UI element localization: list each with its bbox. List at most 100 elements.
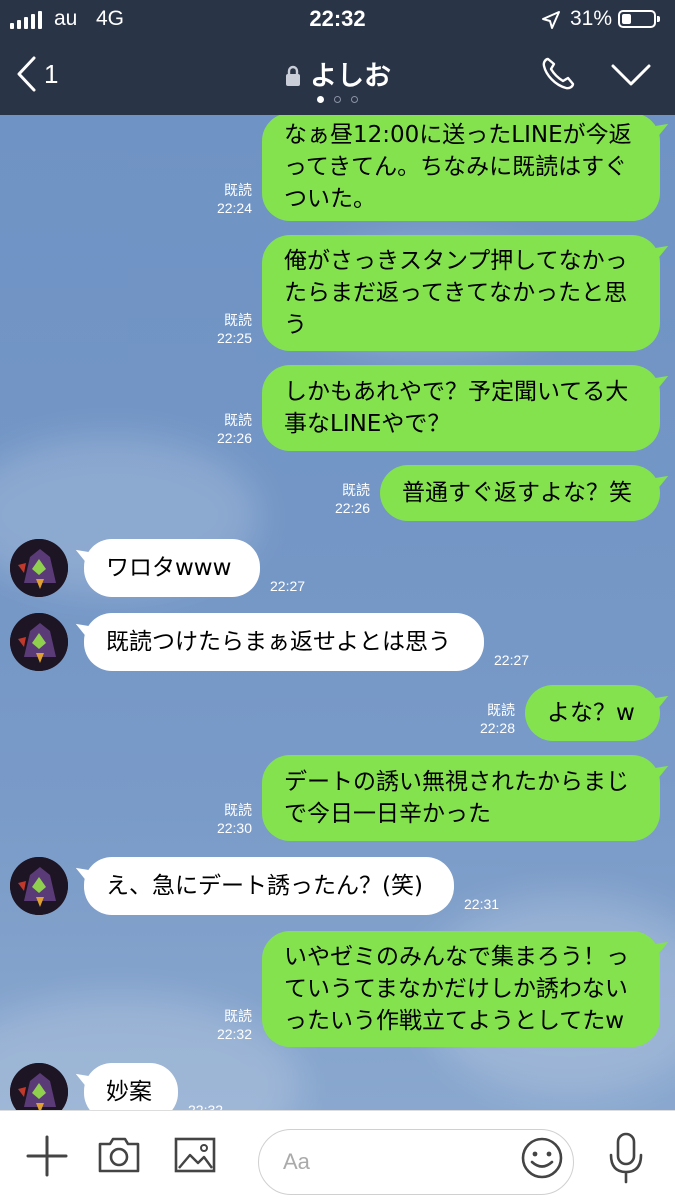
sent-message-bubble[interactable]: いやゼミのみんなで集まろう！っ ていうてまなかだけしか誘わない ったいう作戦立てよう… (262, 931, 660, 1047)
message-time: 22:30 (216, 820, 252, 836)
contact-avatar[interactable] (10, 857, 68, 915)
read-receipt: 既読 (487, 702, 515, 718)
emoji-icon[interactable] (520, 1136, 564, 1180)
message-line: ついた。 (284, 186, 376, 212)
contact-avatar[interactable] (10, 1063, 68, 1110)
microphone-icon[interactable] (606, 1131, 646, 1185)
message-row: いやゼミのみんなで集まろう！っ ていうてまなかだけしか誘わない ったいう作戦立てよう… (0, 931, 675, 1047)
message-line: 既読つけたらまぁ返せよとは思う (106, 629, 451, 655)
message-text: いやゼミのみんなで集まろう！っ ていうてまなかだけしか誘わない ったいう作戦立てよう… (284, 941, 629, 1037)
message-meta: 既読 22:26 (335, 481, 370, 517)
message-meta: 22:27 (494, 651, 529, 669)
location-arrow-icon (542, 11, 560, 29)
sent-message-bubble[interactable]: しかもあれやで？予定聞いてる大 事なLINEやで？ (262, 365, 660, 451)
message-row: 普通すぐ返すよな？笑 既読 22:26 (0, 465, 675, 521)
message-text: なぁ昼12:00に送ったLINEが今返 ってきてん。ちなみに既読はすぐ ついた。 (284, 119, 632, 215)
status-bar: au 4G 22:32 31% (0, 0, 675, 40)
message-line: 事なLINEやで？ (284, 411, 451, 437)
message-time: 22:25 (216, 330, 252, 346)
camera-icon[interactable] (96, 1135, 142, 1175)
plus-icon[interactable] (24, 1133, 70, 1179)
message-time: 22:32 (216, 1026, 252, 1042)
message-text: え、急にデート誘ったん？(笑) (106, 870, 423, 902)
read-receipt: 既読 (224, 802, 252, 818)
message-text: 妙案 (106, 1076, 152, 1108)
chevron-down-icon[interactable] (610, 62, 652, 88)
message-line: いやゼミのみんなで集まろう！っ (284, 944, 629, 970)
message-row: ワロタwww 22:27 (0, 539, 675, 597)
received-message-bubble[interactable]: ワロタwww (84, 539, 260, 597)
message-line: たらまだ返ってきてなかったと思 (284, 280, 628, 306)
message-list[interactable]: なぁ昼12:00に送ったLINEが今返 ってきてん。ちなみに既読はすぐ ついた。 既読… (0, 115, 675, 1110)
message-meta: 既読 22:25 (217, 311, 252, 347)
chat-header: 1 よしお (0, 40, 675, 115)
contact-avatar[interactable] (10, 539, 68, 597)
phone-icon[interactable] (540, 56, 576, 92)
message-time: 22:26 (334, 500, 370, 516)
message-line: ったいう作戦立てようとしてたw (284, 1008, 625, 1034)
page-indicator (0, 96, 675, 103)
avatar-image (10, 539, 68, 597)
sent-message-bubble[interactable]: なぁ昼12:00に送ったLINEが今返 ってきてん。ちなみに既読はすぐ ついた。 (262, 115, 660, 221)
avatar-image (10, 613, 68, 671)
sent-message-bubble[interactable]: よな？w (525, 685, 660, 741)
message-text: 俺がさっきスタンプ押してなかっ たらまだ返ってきてなかったと思う (284, 245, 628, 341)
message-meta: 22:31 (464, 895, 499, 913)
message-time: 22:27 (270, 578, 306, 594)
message-time: 22:26 (216, 430, 252, 446)
message-row: 妙案 22:32 (0, 1063, 675, 1110)
message-line: で今日一日辛かった (284, 801, 491, 827)
avatar-image (10, 857, 68, 915)
lock-icon (286, 65, 300, 86)
message-line: 普通すぐ返すよな？笑 (402, 480, 632, 506)
received-message-bubble[interactable]: 既読つけたらまぁ返せよとは思う (84, 613, 484, 671)
contact-name: よしお (310, 61, 391, 92)
message-line: え、急にデート誘ったん？(笑) (106, 873, 423, 899)
message-text: よな？w (547, 697, 635, 729)
sent-message-bubble[interactable]: 普通すぐ返すよな？笑 (380, 465, 660, 521)
battery-percent: 31% (570, 7, 613, 30)
message-text: 普通すぐ返すよな？笑 (402, 477, 632, 509)
message-line: う (284, 312, 307, 338)
message-text: デートの誘い無視されたからまじ で今日一日辛かった (284, 766, 629, 830)
message-meta: 既読 22:32 (217, 1007, 252, 1043)
message-row: 俺がさっきスタンプ押してなかっ たらまだ返ってきてなかったと思う既読 22:25 (0, 235, 675, 351)
message-row: 既読つけたらまぁ返せよとは思う 22:27 (0, 613, 675, 671)
message-meta: 既読 22:26 (217, 411, 252, 447)
message-meta: 既読 22:24 (217, 181, 252, 217)
message-line: デートの誘い無視されたからまじ (284, 769, 629, 795)
message-text: 既読つけたらまぁ返せよとは思う (106, 626, 451, 658)
message-line: ってきてん。ちなみに既読はすぐ (284, 154, 628, 180)
battery-icon (618, 10, 660, 28)
sent-message-bubble[interactable]: 俺がさっきスタンプ押してなかっ たらまだ返ってきてなかったと思う (262, 235, 660, 351)
read-receipt: 既読 (224, 412, 252, 428)
message-meta: 既読 22:28 (480, 701, 515, 737)
message-row: デートの誘い無視されたからまじ で今日一日辛かった 既読 22:30 (0, 755, 675, 841)
read-receipt: 既読 (224, 1008, 252, 1024)
message-row: よな？w 既読 22:28 (0, 685, 675, 741)
message-time: 22:31 (464, 896, 500, 912)
message-time: 22:24 (216, 200, 252, 216)
message-row: え、急にデート誘ったん？(笑) 22:31 (0, 857, 675, 915)
message-text: ワロタwww (106, 552, 231, 584)
avatar-image (10, 1063, 68, 1110)
message-text: しかもあれやで？予定聞いてる大 事なLINEやで？ (284, 376, 628, 440)
message-line: 妙案 (106, 1079, 152, 1105)
message-time: 22:32 (188, 1102, 224, 1110)
received-message-bubble[interactable]: 妙案 (84, 1063, 178, 1110)
read-receipt: 既読 (224, 312, 252, 328)
sent-message-bubble[interactable]: デートの誘い無視されたからまじ で今日一日辛かった (262, 755, 660, 841)
received-message-bubble[interactable]: え、急にデート誘ったん？(笑) (84, 857, 454, 915)
message-meta: 22:32 (188, 1101, 223, 1110)
message-meta: 既読 22:30 (217, 801, 252, 837)
message-meta: 22:27 (270, 577, 305, 595)
input-bar: Aa (0, 1110, 675, 1201)
message-row: しかもあれやで？予定聞いてる大 事なLINEやで？ 既読 22:26 (0, 365, 675, 451)
message-row: なぁ昼12:00に送ったLINEが今返 ってきてん。ちなみに既読はすぐ ついた。 既読… (0, 115, 675, 221)
message-line: しかもあれやで？予定聞いてる大 (284, 379, 629, 405)
contact-avatar[interactable] (10, 613, 68, 671)
image-icon[interactable] (172, 1135, 218, 1175)
read-receipt: 既読 (342, 482, 370, 498)
read-receipt: 既読 (224, 182, 252, 198)
message-time: 22:27 (494, 652, 530, 668)
